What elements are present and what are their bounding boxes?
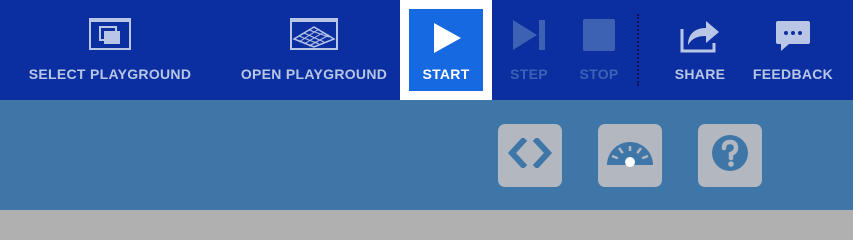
start-button-face: START: [409, 9, 483, 91]
feedback-label: FEEDBACK: [752, 66, 834, 82]
start-button[interactable]: START: [400, 0, 492, 100]
stop-icon: [568, 17, 630, 53]
workspace-area: [0, 210, 853, 240]
share-label: SHARE: [674, 66, 726, 82]
open-playground-button[interactable]: OPEN PLAYGROUND: [227, 0, 401, 100]
code-brackets-icon: [507, 136, 553, 173]
code-button[interactable]: [498, 124, 562, 187]
feedback-button[interactable]: FEEDBACK: [748, 0, 838, 100]
speedometer-icon: [604, 135, 656, 176]
help-icon: [710, 133, 750, 178]
toolbar: SELECT PLAYGROUND OPEN PLAYGROUND START: [0, 0, 853, 100]
help-button[interactable]: [698, 124, 762, 187]
step-forward-icon: [500, 17, 558, 53]
select-playground-label: SELECT PLAYGROUND: [28, 66, 192, 82]
step-label: STEP: [510, 66, 548, 82]
share-icon: [662, 17, 738, 53]
tool-panel: [0, 100, 853, 210]
speech-bubble-icon: [748, 17, 838, 53]
start-label: START: [422, 66, 470, 82]
grid-fabric-icon: [227, 17, 401, 51]
select-playground-button[interactable]: SELECT PLAYGROUND: [13, 0, 207, 100]
step-button[interactable]: STEP: [500, 0, 558, 100]
open-playground-label: OPEN PLAYGROUND: [240, 66, 388, 82]
window-stack-icon: [13, 17, 207, 51]
stop-label: STOP: [579, 66, 619, 82]
stop-button[interactable]: STOP: [568, 0, 630, 100]
speed-button[interactable]: [598, 124, 662, 187]
play-icon: [409, 20, 483, 56]
share-button[interactable]: SHARE: [662, 0, 738, 100]
toolbar-divider: [637, 14, 639, 86]
